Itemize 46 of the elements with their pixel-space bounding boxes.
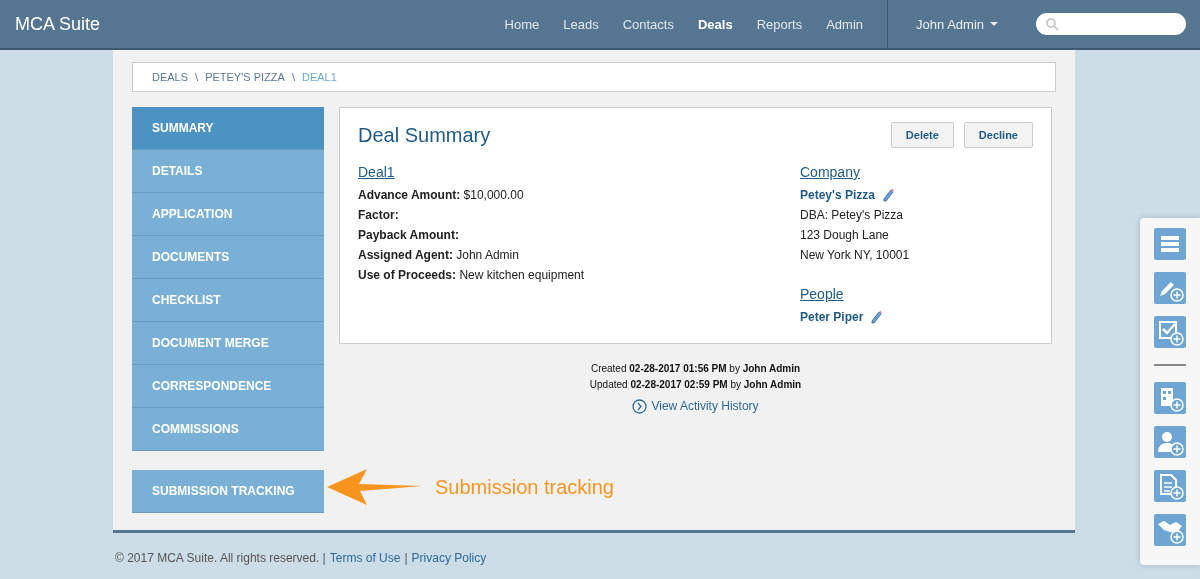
action-button[interactable]: Delete — [890, 122, 954, 148]
sidebar-item[interactable]: SUMMARY — [132, 107, 324, 150]
nav-link[interactable]: Contacts — [610, 16, 686, 32]
person-link[interactable]: Peter Piper — [800, 307, 864, 327]
audit-text: Updated 02-28-2017 02:59 PM by John Admin — [588, 378, 803, 392]
breadcrumb-link[interactable]: DEALS — [152, 71, 189, 83]
nav-link[interactable]: Admin — [814, 16, 876, 32]
footer-link[interactable]: Terms of Use — [329, 551, 401, 565]
business-name-link[interactable]: Petey's Pizza — [800, 185, 875, 205]
field-text: Payback Amount: — [358, 227, 460, 244]
breadcrumb-link[interactable]: DEAL1 — [301, 71, 337, 83]
address-text: 123 Dough Lane — [800, 227, 890, 244]
audit-text: Created 02-28-2017 01:56 PM by John Admin — [589, 362, 802, 376]
field-text: Use of Proceeds: New kitchen equipment — [358, 267, 586, 284]
sidebar-item[interactable]: APPLICATION — [132, 193, 324, 236]
nav-link[interactable]: Home — [492, 16, 552, 32]
address-text: New York NY, 10001 — [800, 247, 910, 264]
sidebar-item[interactable]: CORRESPONDENCE — [132, 365, 324, 408]
sidebar-item[interactable]: DOCUMENT MERGE — [132, 322, 324, 365]
sidebar-item[interactable]: DETAILS — [132, 150, 324, 193]
footer-separator: | — [404, 551, 408, 565]
nav-link[interactable]: Leads — [551, 16, 611, 32]
user-menu[interactable]: John Admin — [910, 15, 1004, 33]
sidebar-item[interactable]: COMMISSIONS — [132, 408, 324, 451]
field-text: Factor: — [358, 207, 400, 224]
breadcrumb-link[interactable]: PETEY'S PIZZA — [205, 71, 285, 83]
action-button[interactable]: Decline — [963, 122, 1033, 148]
panel-title: Deal Summary — [358, 124, 491, 147]
deal-link[interactable]: Deal1 — [358, 164, 800, 180]
nav-link[interactable]: Deals — [685, 16, 745, 32]
breadcrumb-separator: \ — [195, 71, 199, 83]
section-heading-link[interactable]: People — [800, 286, 910, 302]
copyright-text: © 2017 MCA Suite. All rights reserved. | — [115, 551, 326, 565]
nav-link[interactable]: Reports — [744, 16, 815, 32]
section-heading-link[interactable]: Company — [800, 164, 910, 180]
sidebar-item[interactable]: DOCUMENTS — [132, 236, 324, 279]
address-text: DBA: Petey's Pizza — [800, 207, 904, 224]
sidebar-item[interactable]: CHECKLIST — [132, 279, 324, 322]
field-text: Advance Amount: $10,000.00 — [358, 187, 525, 204]
breadcrumb-separator: \ — [291, 71, 295, 83]
activity-history-link[interactable]: View Activity History — [651, 398, 759, 414]
sidebar-item[interactable]: SUBMISSION TRACKING — [132, 470, 324, 513]
field-text: Assigned Agent: John Admin — [358, 247, 520, 264]
app-title: MCA Suite — [15, 13, 102, 35]
callout-text: Submission tracking — [435, 475, 614, 499]
footer-link[interactable]: Privacy Policy — [411, 551, 487, 565]
